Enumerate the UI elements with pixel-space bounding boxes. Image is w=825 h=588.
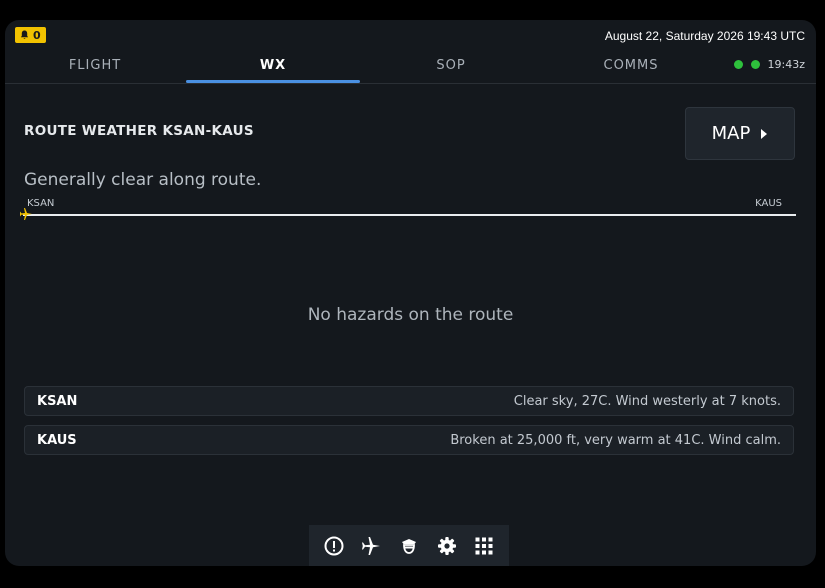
- display-screen: 0 August 22, Saturday 2026 19:43 UTC FLI…: [5, 20, 816, 566]
- tab-flight[interactable]: FLIGHT: [5, 50, 185, 81]
- gear-icon: [437, 536, 456, 555]
- tab-bar: FLIGHT WX SOP COMMS 19:43z: [5, 50, 816, 84]
- date-time: August 22, Saturday 2026 19:43 UTC: [604, 29, 805, 43]
- station-row-kaus[interactable]: KAUS Broken at 25,000 ft, very warm at 4…: [24, 425, 794, 455]
- settings-button[interactable]: [433, 532, 461, 560]
- flight-button[interactable]: [357, 532, 385, 560]
- station-id: KAUS: [37, 432, 77, 448]
- crew-button[interactable]: [395, 532, 423, 560]
- status-dot-2: [750, 60, 760, 69]
- station-id: KSAN: [37, 393, 78, 409]
- bell-icon: [20, 30, 29, 39]
- bottom-dock: [309, 525, 509, 566]
- zulu-time: 19:43z: [767, 58, 805, 71]
- info-icon: [324, 536, 344, 555]
- alert-count: 0: [33, 28, 41, 42]
- route-destination: KAUS: [755, 198, 782, 209]
- airplane-icon: [362, 536, 381, 555]
- station-weather: Broken at 25,000 ft, very warm at 41C. W…: [450, 432, 781, 448]
- tab-wx-label: WX: [259, 58, 287, 73]
- pilot-icon: [401, 538, 416, 554]
- aircraft-position-icon: [20, 208, 32, 220]
- apps-button[interactable]: [470, 532, 498, 560]
- caret-right-icon: [761, 128, 768, 139]
- status-bar: 0 August 22, Saturday 2026 19:43 UTC: [5, 20, 816, 50]
- tab-sop[interactable]: SOP: [361, 50, 541, 81]
- map-button[interactable]: MAP: [685, 107, 795, 160]
- connection-status: 19:43z: [733, 58, 805, 71]
- page-title: ROUTE WEATHER KSAN-KAUS: [24, 123, 254, 139]
- tab-comms[interactable]: COMMS: [541, 50, 721, 81]
- tab-comms-label: COMMS: [603, 58, 659, 73]
- map-button-label: MAP: [711, 123, 751, 144]
- status-dot-1: [733, 60, 743, 69]
- tab-sop-label: SOP: [436, 58, 466, 73]
- info-button[interactable]: [320, 532, 348, 560]
- route-line: [23, 214, 796, 216]
- station-row-ksan[interactable]: KSAN Clear sky, 27C. Wind westerly at 7 …: [24, 386, 794, 416]
- weather-summary: Generally clear along route.: [24, 170, 262, 190]
- route-bar: KSAN KAUS: [20, 198, 796, 222]
- alert-badge[interactable]: 0: [15, 27, 46, 43]
- active-tab-indicator: [186, 80, 360, 83]
- tab-wx[interactable]: WX: [186, 50, 360, 83]
- station-weather: Clear sky, 27C. Wind westerly at 7 knots…: [513, 393, 781, 409]
- no-hazards-message: No hazards on the route: [307, 305, 514, 325]
- grid-icon: [475, 537, 493, 554]
- tab-flight-label: FLIGHT: [68, 58, 122, 73]
